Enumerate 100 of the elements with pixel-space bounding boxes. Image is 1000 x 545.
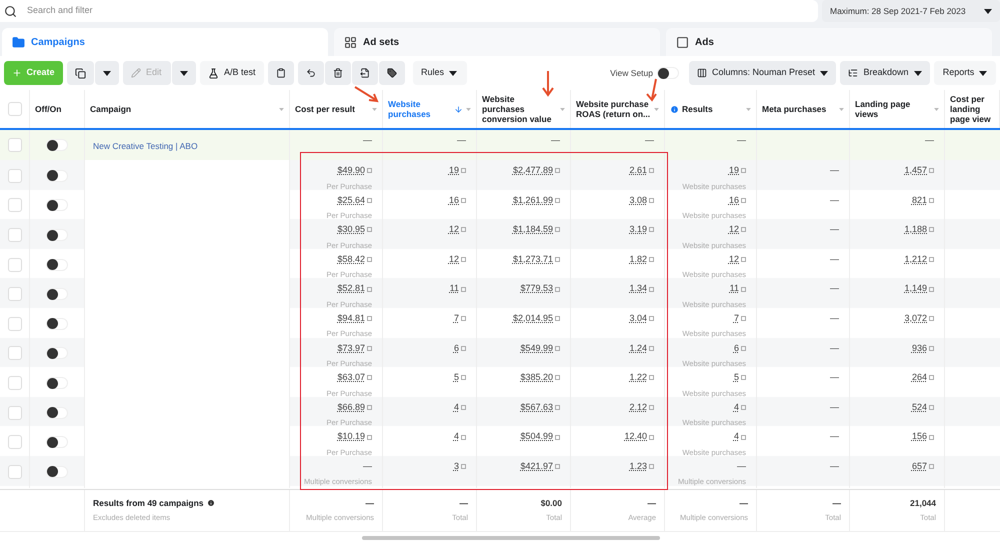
- metric-value[interactable]: 11: [450, 282, 459, 296]
- metric-value[interactable]: $504.99: [520, 430, 553, 444]
- toggle-switch[interactable]: [657, 67, 679, 79]
- metric-value[interactable]: 1.34: [629, 282, 647, 296]
- toggle-switch[interactable]: [46, 436, 68, 448]
- checkbox[interactable]: [8, 406, 22, 420]
- metric-value[interactable]: $73.97: [337, 342, 365, 356]
- metric-value[interactable]: 6: [734, 342, 739, 356]
- metric-value[interactable]: $1,184.59: [512, 223, 553, 237]
- toggle-switch[interactable]: [46, 318, 68, 330]
- checkbox[interactable]: [8, 228, 22, 242]
- metric-value[interactable]: $385.20: [520, 371, 553, 385]
- column-header[interactable]: Campaign: [90, 104, 276, 114]
- toggle-switch[interactable]: [46, 406, 68, 419]
- metric-value[interactable]: 156: [912, 430, 927, 444]
- toggle-switch[interactable]: [46, 377, 68, 390]
- search-field[interactable]: Search and filter: [0, 0, 818, 22]
- metric-value[interactable]: 1.23: [629, 460, 647, 474]
- metric-value[interactable]: 4: [734, 430, 739, 444]
- metric-value[interactable]: $2,014.95: [512, 312, 553, 326]
- toggle-switch[interactable]: [46, 466, 68, 478]
- metric-value[interactable]: 4: [734, 400, 739, 414]
- metric-value[interactable]: 16: [448, 194, 459, 208]
- checkbox[interactable]: [8, 464, 22, 479]
- metric-value[interactable]: 7: [734, 312, 739, 326]
- rules-button[interactable]: Rules: [413, 61, 467, 85]
- metric-value[interactable]: $58.42: [337, 252, 365, 266]
- metric-value[interactable]: 1.24: [629, 342, 647, 356]
- tab[interactable]: Campaigns: [2, 28, 328, 56]
- checkbox[interactable]: [8, 198, 22, 212]
- clipboard-button[interactable]: [268, 61, 294, 85]
- toggle-switch[interactable]: [46, 170, 68, 182]
- metric-value[interactable]: 1.22: [629, 371, 647, 385]
- metric-value[interactable]: $549.99: [520, 342, 553, 356]
- undo-button[interactable]: [298, 61, 324, 85]
- checkbox[interactable]: [8, 316, 22, 331]
- scrollbar-thumb[interactable]: [362, 536, 660, 540]
- metric-value[interactable]: 12: [728, 223, 739, 237]
- metric-value[interactable]: 2.12: [629, 400, 647, 414]
- checkbox[interactable]: [8, 346, 22, 360]
- metric-value[interactable]: $66.89: [337, 400, 365, 414]
- metric-value[interactable]: $49.90: [337, 164, 365, 178]
- metric-value[interactable]: 524: [912, 400, 927, 414]
- column-header[interactable]: Landing page views: [855, 99, 931, 119]
- export-button[interactable]: [352, 61, 378, 85]
- metric-value[interactable]: $25.64: [337, 194, 365, 208]
- metric-value[interactable]: 3,072: [904, 312, 927, 326]
- date-range-button[interactable]: Maximum: 28 Sep 2021-7 Feb 2023: [822, 0, 1000, 22]
- metric-value[interactable]: $421.97: [520, 460, 553, 474]
- metric-value[interactable]: $10.19: [337, 430, 365, 444]
- metric-value[interactable]: 4: [454, 430, 459, 444]
- column-header[interactable]: Off/On: [35, 104, 79, 114]
- column-header[interactable]: Website purchase ROAS (return on...: [576, 99, 651, 119]
- metric-value[interactable]: $567.63: [520, 400, 553, 414]
- checkbox[interactable]: [8, 376, 22, 390]
- metric-value[interactable]: 1,188: [904, 223, 927, 237]
- metric-value[interactable]: 12: [728, 252, 739, 266]
- toggle-switch[interactable]: [46, 288, 68, 300]
- metric-value[interactable]: 2.61: [629, 164, 647, 178]
- metric-value[interactable]: 16: [728, 194, 739, 208]
- metric-value[interactable]: 1,149: [904, 282, 927, 296]
- toggle-switch[interactable]: [46, 229, 68, 242]
- metric-value[interactable]: 19: [728, 164, 739, 178]
- checkbox[interactable]: [8, 258, 22, 272]
- duplicate-button[interactable]: [67, 61, 94, 85]
- metric-value[interactable]: 657: [912, 460, 927, 474]
- metric-value[interactable]: 12: [448, 252, 459, 266]
- metric-value[interactable]: 12: [448, 223, 459, 237]
- toggle-switch[interactable]: [46, 139, 68, 151]
- metric-value[interactable]: 19: [448, 164, 459, 178]
- metric-value[interactable]: 12.40: [624, 430, 647, 444]
- dropdown-button[interactable]: [95, 61, 119, 85]
- metric-value[interactable]: $30.95: [337, 223, 365, 237]
- metric-value[interactable]: $1,261.99: [512, 194, 553, 208]
- metric-value[interactable]: $1,273.71: [512, 252, 553, 266]
- breakdown-button[interactable]: Breakdown: [840, 61, 930, 85]
- reports-button[interactable]: Reports: [934, 61, 996, 85]
- column-header[interactable]: Results: [682, 104, 743, 114]
- metric-value[interactable]: 5: [734, 371, 739, 385]
- metric-value[interactable]: 264: [912, 371, 927, 385]
- metric-value[interactable]: 1.82: [629, 252, 647, 266]
- metric-value[interactable]: 5: [454, 371, 459, 385]
- column-header[interactable]: Cost per landing page view: [950, 94, 994, 124]
- metric-value[interactable]: 936: [912, 342, 927, 356]
- column-header[interactable]: Website purchases conversion value: [482, 94, 557, 124]
- metric-value[interactable]: 3.04: [629, 312, 647, 326]
- column-header[interactable]: Meta purchases: [762, 104, 836, 114]
- search-input[interactable]: Search and filter: [27, 4, 814, 18]
- metric-value[interactable]: $779.53: [520, 282, 553, 296]
- checkbox[interactable]: [8, 168, 22, 183]
- metric-value[interactable]: 3.08: [629, 194, 647, 208]
- column-header[interactable]: Cost per result: [295, 104, 369, 114]
- metric-value[interactable]: 6: [454, 342, 459, 356]
- metric-value[interactable]: $63.07: [337, 371, 365, 385]
- tab[interactable]: Ad sets: [334, 28, 660, 56]
- metric-value[interactable]: 821: [912, 194, 927, 208]
- metric-value[interactable]: 3: [454, 460, 459, 474]
- metric-value[interactable]: $52.81: [337, 282, 365, 296]
- metric-value[interactable]: 11: [730, 282, 739, 296]
- columns-button[interactable]: Columns: Nouman Preset: [689, 61, 836, 85]
